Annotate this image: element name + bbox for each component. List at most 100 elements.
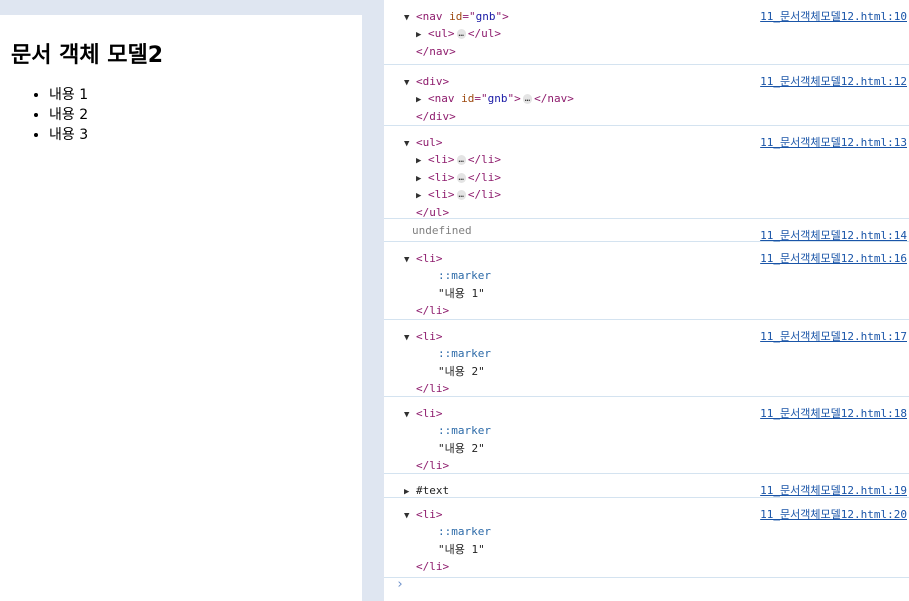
console-prompt-icon[interactable]: › (396, 577, 404, 592)
source-link[interactable]: 11_문서객체모델12.html:18 (760, 405, 907, 422)
console-token: </li> (467, 170, 502, 184)
console-line: ▼ <li> (404, 506, 443, 523)
console-line: "내용 1" (438, 285, 485, 302)
console-token: <ul> (416, 136, 443, 149)
console-token: ::marker (438, 269, 491, 283)
console-token: <div> (416, 75, 450, 88)
console-line: ▶ #text (404, 482, 449, 499)
console-token: </div> (416, 109, 456, 123)
collapse-triangle-icon[interactable]: ▼ (404, 10, 416, 27)
console-token: "내용 1" (438, 542, 485, 556)
console-line: ::marker (438, 267, 491, 284)
console-line: ▶ <nav id="gnb">… </nav> (416, 90, 574, 107)
source-link[interactable]: 11_문서객체모델12.html:19 (760, 482, 907, 499)
console-line: </nav> (416, 43, 456, 60)
console-line: </li> (416, 558, 449, 575)
console-token: </ul> (416, 205, 450, 219)
source-link[interactable]: 11_문서객체모델12.html:10 (760, 8, 907, 25)
console-entry: 11_문서객체모델12.html:16 ▼ <li>::marker"내용 1"</… (384, 242, 909, 320)
console-token: "> (495, 10, 509, 23)
console-token: gnb (487, 92, 508, 106)
console-token: <li> (428, 188, 455, 202)
console-line: ▶ <li>… </li> (416, 151, 501, 168)
console-line: ▶ <ul>… </ul> (416, 25, 501, 42)
console-token: </li> (467, 153, 502, 167)
console-line: ▶ <li>… </li> (416, 169, 501, 186)
expand-ellipsis-button[interactable]: … (456, 190, 466, 201)
console-token: </li> (416, 560, 450, 574)
collapse-triangle-icon[interactable]: ▼ (404, 330, 416, 347)
console-token: </li> (467, 188, 502, 202)
console-token: <li> (416, 252, 443, 265)
console-token: <li> (416, 330, 443, 343)
console-token: <li> (416, 508, 443, 521)
console-token: <li> (428, 153, 455, 167)
console-token: </ul> (467, 27, 502, 41)
console-token: </nav> (416, 44, 456, 58)
console-token: <nav (428, 92, 462, 106)
console-line: </li> (416, 302, 449, 319)
collapse-triangle-icon[interactable]: ▼ (404, 75, 416, 92)
console-token: gnb (475, 10, 496, 23)
expand-ellipsis-button[interactable]: … (456, 172, 466, 183)
console-line: "내용 2" (438, 440, 485, 457)
rendered-page: 문서 객체 모델2 내용 1 내용 2 내용 3 (0, 15, 362, 601)
console-token: "> (507, 92, 521, 106)
console-line: undefined (412, 222, 472, 239)
collapse-triangle-icon[interactable]: ▼ (404, 136, 416, 153)
console-line: "내용 1" (438, 541, 485, 558)
console-line: ::marker (438, 345, 491, 362)
collapse-triangle-icon[interactable]: ▼ (404, 407, 416, 424)
console-line: </li> (416, 380, 449, 397)
console-line: ▶ <li>… </li> (416, 186, 501, 203)
console-token: </li> (416, 304, 450, 318)
console-token: "내용 2" (438, 364, 485, 378)
source-link[interactable]: 11_문서객체모델12.html:20 (760, 506, 907, 523)
console-line: ▼ <li> (404, 328, 443, 345)
console-token: </nav> (534, 92, 574, 106)
source-link[interactable]: 11_문서객체모델12.html:16 (760, 250, 907, 267)
console-line: </li> (416, 457, 449, 474)
console-token: id (449, 10, 463, 23)
expand-ellipsis-button[interactable]: … (456, 155, 466, 166)
page-heading: 문서 객체 모델2 (11, 43, 164, 68)
expand-ellipsis-button[interactable]: … (522, 94, 533, 105)
console-line: ::marker (438, 523, 491, 540)
console-line: "내용 2" (438, 363, 485, 380)
source-link[interactable]: 11_문서객체모델12.html:12 (760, 73, 907, 90)
console-entry: 11_문서객체모델12.html:12 ▼ <div> ▶ <nav id="gnb">… (384, 65, 909, 126)
console-token: </li> (416, 459, 450, 473)
console-line: ▼ <ul> (404, 134, 443, 151)
console-token: </li> (416, 382, 450, 396)
console-token: ::marker (438, 347, 491, 361)
console-token: "내용 2" (438, 441, 485, 455)
console-token: <ul> (428, 27, 455, 41)
console-entry: 11_문서객체모델12.html:13 ▼ <ul> ▶ <li>… </li> ▶ <li>… (384, 126, 909, 219)
console-entry: 11_문서객체모델12.html:17 ▼ <li>::marker"내용 2"</… (384, 320, 909, 397)
console-token: ::marker (438, 424, 491, 438)
list-item: 내용 3 (49, 125, 88, 145)
console-line: ▼ <nav id="gnb"> (404, 8, 509, 25)
collapse-triangle-icon[interactable]: ▼ (404, 508, 416, 525)
console-panel: 11_문서객체모델12.html:10 ▼ <nav id="gnb"> ▶ <ul>…… (384, 0, 909, 601)
console-line: </div> (416, 108, 456, 125)
collapse-triangle-icon[interactable]: ▼ (404, 252, 416, 269)
console-token: <li> (428, 170, 455, 184)
console-token: #text (416, 484, 450, 497)
console-token: =" (474, 92, 488, 106)
expand-ellipsis-button[interactable]: … (456, 29, 466, 40)
list-item: 내용 1 (49, 85, 88, 105)
console-token: id (461, 92, 475, 106)
source-link[interactable]: 11_문서객체모델12.html:13 (760, 134, 907, 151)
console-line: ::marker (438, 422, 491, 439)
console-token: =" (462, 10, 476, 23)
console-line: ▼ <li> (404, 250, 443, 267)
source-link[interactable]: 11_문서객체모델12.html:17 (760, 328, 907, 345)
console-token: undefined (412, 224, 472, 237)
console-token: <nav (416, 10, 450, 23)
content-list: 내용 1 내용 2 내용 3 (29, 85, 88, 145)
console-entry: 11_문서객체모델12.html:14 undefined (384, 219, 909, 242)
list-item: 내용 2 (49, 105, 88, 125)
console-entry: 11_문서객체모델12.html:20 ▼ <li>::marker"내용 1"</… (384, 498, 909, 578)
console-line: ▼ <div> (404, 73, 449, 90)
